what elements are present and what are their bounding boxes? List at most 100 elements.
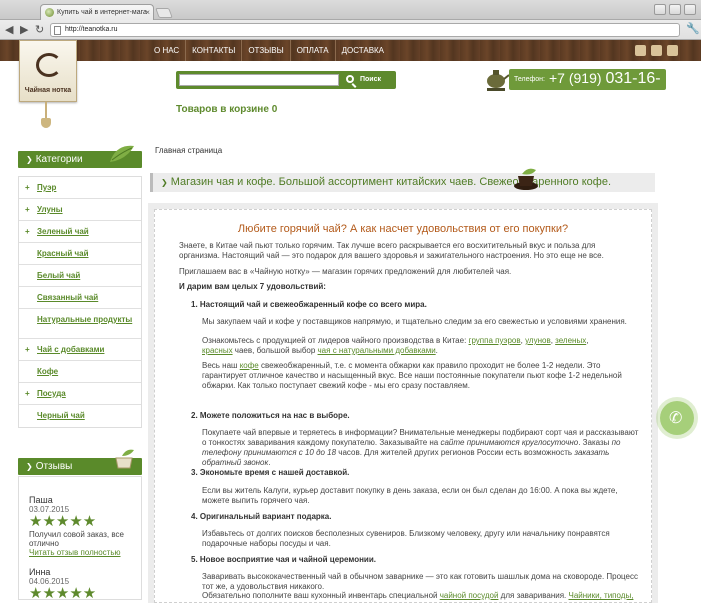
- forward-icon[interactable]: ▶: [20, 24, 28, 36]
- review-author: Паша: [29, 495, 53, 505]
- nav-contacts[interactable]: КОНТАКТЫ: [186, 40, 243, 61]
- link-red[interactable]: красных: [202, 346, 233, 355]
- search-button-label: Поиск: [360, 76, 382, 83]
- expand-icon[interactable]: +: [25, 199, 30, 221]
- phone-number: +7 (919) 031-16-50: [549, 70, 666, 106]
- nav-reviews[interactable]: ОТЗЫВЫ: [242, 40, 291, 61]
- close-tab-icon[interactable]: ×: [145, 5, 150, 20]
- expand-icon[interactable]: +: [25, 177, 30, 199]
- link-tea-ware[interactable]: чайной посудой: [440, 591, 499, 600]
- link-coffee[interactable]: кофе: [240, 361, 259, 370]
- category-label: Чай с добавками: [37, 345, 105, 354]
- expand-icon[interactable]: +: [25, 221, 30, 243]
- tea-cup-icon: [115, 449, 134, 469]
- reasons-heading: И дарим вам целых 7 удовольствий:: [179, 282, 326, 291]
- category-list: + Пуэр + Улуны + Зеленый чай Красный чай Бе…: [18, 176, 142, 428]
- back-icon[interactable]: ◀: [5, 24, 13, 36]
- browser-tab[interactable]: Купить чай в интернет-мага ×: [40, 4, 154, 20]
- minimize-button[interactable]: [654, 4, 666, 15]
- category-item[interactable]: + Зеленый чай: [19, 221, 141, 243]
- link-flavored-tea[interactable]: чая с натуральными добавками: [318, 346, 436, 355]
- expand-icon[interactable]: +: [25, 383, 30, 405]
- reason-title: 2. Можете положиться на нас в выборе.: [191, 411, 350, 420]
- category-item[interactable]: Натуральные продукты: [19, 309, 141, 339]
- reason-title: 5. Новое восприятие чая и чайной церемон…: [191, 555, 376, 564]
- categories-title: Категории: [35, 154, 83, 165]
- reason-text: Мы закупаем чай и кофе у поставщиков нап…: [202, 317, 627, 326]
- category-label: Красный чай: [37, 249, 89, 258]
- reload-icon[interactable]: ↻: [35, 24, 44, 36]
- text-span: .: [435, 346, 438, 355]
- category-label: Белый чай: [37, 271, 81, 280]
- reason-title: 3. Экономьте время с нашей доставкой.: [191, 468, 350, 477]
- category-label: Пуэр: [37, 183, 57, 192]
- category-item[interactable]: + Улуны: [19, 199, 141, 221]
- phone-block[interactable]: Телефон: +7 (919) 031-16-50: [509, 69, 666, 105]
- coffee-cup-icon: [514, 168, 538, 190]
- search-button[interactable]: Поиск: [342, 73, 394, 87]
- category-item[interactable]: + Чай с добавками: [19, 339, 141, 361]
- category-item[interactable]: Черный чай: [19, 405, 141, 427]
- category-label: Черный чай: [37, 411, 85, 420]
- social-icon-2[interactable]: [651, 45, 662, 56]
- logo-tassel-end: [41, 118, 51, 128]
- chevron-right-icon: ❯: [26, 155, 33, 164]
- social-icon-3[interactable]: [667, 45, 678, 56]
- nav-about[interactable]: О НАС: [148, 40, 187, 61]
- window-close-button[interactable]: [684, 4, 696, 15]
- top-nav: О НАС КОНТАКТЫ ОТЗЫВЫ ОПЛАТА ДОСТАВКА: [148, 40, 390, 61]
- intro-paragraph: Приглашаем вас в «Чайную нотку» — магази…: [179, 267, 512, 276]
- search-icon: [346, 75, 354, 83]
- logo-name: Чайная нотка: [24, 87, 72, 94]
- link-teapots[interactable]: Чайники, типоды,: [568, 591, 633, 600]
- expand-icon[interactable]: +: [25, 339, 30, 361]
- content-inner: Любите горячий чай? А как насчет удоволь…: [154, 209, 652, 603]
- category-label: Посуда: [37, 389, 66, 398]
- callback-button[interactable]: ✆: [660, 401, 694, 435]
- nav-delivery[interactable]: ДОСТАВКА: [336, 40, 390, 61]
- chevron-right-icon: ❯: [161, 178, 168, 187]
- link-puer[interactable]: группа пуэров: [469, 336, 521, 345]
- link-green[interactable]: зеленых: [555, 336, 586, 345]
- phone-label: Телефон:: [514, 76, 545, 83]
- breadcrumb[interactable]: Главная страница: [155, 146, 222, 155]
- wrench-icon[interactable]: 🔧: [686, 22, 700, 35]
- phone-prefix: +7 (919): [549, 70, 602, 86]
- tea-leaf-icon: [110, 145, 134, 162]
- link-oolong[interactable]: улунов: [525, 336, 551, 345]
- category-item[interactable]: Красный чай: [19, 243, 141, 265]
- text-span: для заваривания.: [498, 591, 569, 600]
- cart-summary[interactable]: Товаров в корзине 0: [176, 104, 277, 115]
- logo[interactable]: Чайная нотка: [19, 40, 77, 102]
- review-text: Получил совой заказ, все отлично: [29, 530, 124, 548]
- nav-payment[interactable]: ОПЛАТА: [291, 40, 336, 61]
- review-read-more-link[interactable]: Читать отзыв полностью: [29, 548, 141, 557]
- category-item[interactable]: Белый чай: [19, 265, 141, 287]
- text-span: Весь наш: [202, 361, 240, 370]
- category-item[interactable]: + Пуэр: [19, 177, 141, 199]
- maximize-button[interactable]: [669, 4, 681, 15]
- category-label: Зеленый чай: [37, 227, 89, 236]
- page-icon: [54, 26, 61, 35]
- category-label: Улуны: [37, 205, 63, 214]
- category-item[interactable]: + Посуда: [19, 383, 141, 405]
- banner-text: Магазин чая и кофе. Большой ассортимент …: [170, 176, 612, 188]
- reason-text: Избавьтесь от долгих поисков бесполезных…: [202, 529, 610, 548]
- text-span: часов. Для жителей других регионов Росси…: [336, 448, 575, 457]
- search-input[interactable]: [179, 74, 339, 86]
- text-span: . Заказы: [578, 438, 612, 447]
- category-item[interactable]: Кофе: [19, 361, 141, 383]
- favicon-icon: [45, 8, 54, 17]
- reason-text: Заваривать высококачественный чай в обыч…: [202, 572, 638, 591]
- new-tab-button[interactable]: [155, 8, 173, 18]
- tab-title: Купить чай в интернет-мага: [57, 9, 147, 16]
- reason-text: Покупаете чай впервые и теряетесь в инфо…: [202, 428, 642, 468]
- text-span: свежеобжаренный, т.е. с момента обжарки …: [202, 361, 622, 390]
- address-bar[interactable]: http://teanotka.ru: [50, 23, 680, 37]
- text-span: .: [268, 458, 271, 467]
- review-item: Инна 04.06.2015 ★★★★★: [29, 567, 96, 602]
- category-item[interactable]: Связанный чай: [19, 287, 141, 309]
- social-icon-1[interactable]: [635, 45, 646, 56]
- reviews-title: Отзывы: [35, 461, 73, 472]
- text-span: сайте принимаются круглосуточно: [440, 438, 579, 447]
